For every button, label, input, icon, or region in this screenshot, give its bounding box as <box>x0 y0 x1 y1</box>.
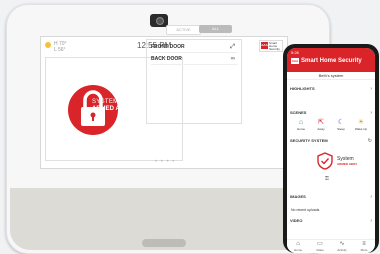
chevron-right-icon: › <box>370 218 372 224</box>
nav-home[interactable]: ⌂ Home <box>287 241 309 252</box>
system-name[interactable]: Beth's system <box>287 72 375 80</box>
status-time: 5:28 <box>291 50 299 55</box>
security-status: ARMED AWAY <box>337 162 358 166</box>
section-scenes-label: SCENES <box>290 110 307 115</box>
key-icon: ⚿ <box>325 176 329 182</box>
bottom-nav: ⌂ Home ▭ Video ∿ Activity ≡ More <box>287 239 375 253</box>
open-link-icon: ⤢ <box>230 44 235 50</box>
page-indicator[interactable]: • • • • <box>155 159 175 165</box>
section-images-label: IMAGES <box>290 194 306 199</box>
section-highlights[interactable]: HIGHLIGHTS › <box>290 86 372 92</box>
app-title: Smart Home Security <box>301 58 362 64</box>
brand-logo: AAA Smart Home Security <box>259 40 283 52</box>
tab-active[interactable]: ACTIVE <box>166 25 201 35</box>
app-brand-mark: AAA <box>291 58 299 64</box>
refresh-icon: ↻ <box>367 138 372 144</box>
scene-wake-up[interactable]: ☀ Wake Up <box>352 119 370 131</box>
no-recent-uploads: No recent uploads <box>291 208 320 212</box>
sensor-row[interactable]: FRONT DOOR ⤢ <box>151 42 237 53</box>
nav-video[interactable]: ▭ Video <box>309 241 331 252</box>
chevron-right-icon: › <box>370 86 372 92</box>
nav-activity[interactable]: ∿ Activity <box>331 241 353 252</box>
nav-home-label: Home <box>293 248 302 252</box>
scene-home-label: Home <box>296 127 305 131</box>
sensor-filter-tabs: ACTIVE ALL <box>166 25 232 35</box>
section-video[interactable]: VIDEO › <box>290 218 372 224</box>
section-security-label: SECURITY SYSTEM <box>290 138 328 143</box>
home-icon: ⌂ <box>296 241 300 247</box>
alarm-system-label: SYSTEM <box>92 99 119 105</box>
tab-all[interactable]: ALL <box>199 25 232 33</box>
home-scene-icon: ⌂ <box>298 119 304 126</box>
brand-mark: AAA <box>261 42 268 49</box>
section-security-system[interactable]: SECURITY SYSTEM ↻ <box>290 138 372 144</box>
chevron-right-icon: › <box>370 110 372 116</box>
sensor-name: BACK DOOR <box>151 56 182 62</box>
scene-home[interactable]: ⌂ Home <box>292 119 310 131</box>
weather-low: L 56° <box>54 47 66 53</box>
scene-buttons: ⌂ Home ⇱ Away ☾ Sleep ☀ Wake Up <box>290 119 374 133</box>
phone-app-screen: 5:28 AAA Smart Home Security Beth's syst… <box>287 48 375 253</box>
sleep-scene-icon: ☾ <box>337 119 345 126</box>
sensor-row[interactable]: BACK DOOR ∞ <box>151 54 237 65</box>
link-icon: ∞ <box>230 56 235 62</box>
speaker-grille <box>10 188 320 250</box>
security-status-card[interactable]: System ARMED AWAY ⚿ <box>290 148 372 182</box>
brand-line3: Security <box>269 47 280 51</box>
wake-up-scene-icon: ☀ <box>357 119 365 126</box>
sun-icon <box>45 42 51 48</box>
away-scene-icon: ⇱ <box>318 119 324 126</box>
nav-more[interactable]: ≡ More <box>353 241 375 252</box>
activity-icon: ∿ <box>339 241 345 247</box>
scene-away-label: Away <box>317 127 325 131</box>
app-header: 5:28 AAA Smart Home Security <box>287 48 375 72</box>
chevron-right-icon: › <box>370 194 372 200</box>
video-icon: ▭ <box>317 241 323 247</box>
scene-sleep[interactable]: ☾ Sleep <box>332 119 350 131</box>
section-video-label: VIDEO <box>290 218 303 223</box>
menu-icon: ≡ <box>362 241 366 247</box>
sensor-list: FRONT DOOR ⤢ BACK DOOR ∞ <box>146 39 242 124</box>
sensor-name: FRONT DOOR <box>151 44 185 50</box>
speaker-slot <box>142 239 186 247</box>
section-highlights-label: HIGHLIGHTS <box>290 86 315 91</box>
nav-video-label: Video <box>316 248 324 252</box>
shield-check-icon <box>317 152 333 170</box>
nav-more-label: More <box>360 248 368 252</box>
section-images[interactable]: IMAGES › <box>290 194 372 200</box>
scene-away[interactable]: ⇱ Away <box>312 119 330 131</box>
scene-sleep-label: Sleep <box>337 127 345 131</box>
alarm-status-text: ARMED AWAY <box>92 106 133 112</box>
section-scenes[interactable]: SCENES › <box>290 110 372 116</box>
scene-wake-up-label: Wake Up <box>354 127 368 131</box>
nav-activity-label: Activity <box>337 248 347 252</box>
